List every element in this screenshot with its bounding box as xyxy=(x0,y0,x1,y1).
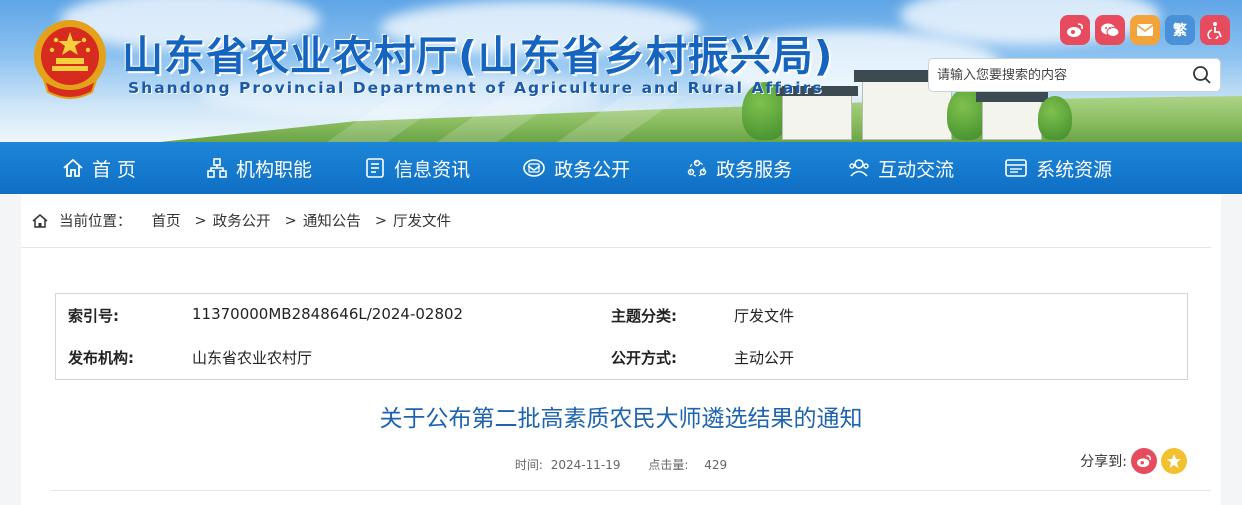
wechat-icon[interactable] xyxy=(1095,15,1125,45)
article-title: 关于公布第二批高素质农民大师遴选结果的通知 xyxy=(379,406,863,432)
search-box[interactable] xyxy=(928,58,1221,92)
search-icon[interactable] xyxy=(1192,65,1212,85)
weibo-icon[interactable] xyxy=(1060,15,1090,45)
share-label: 分享到: xyxy=(1080,454,1127,470)
topic-label: 主题分类: xyxy=(611,307,677,325)
index-label: 索引号: xyxy=(68,307,119,325)
breadcrumb-prefix: 当前位置： xyxy=(59,214,132,230)
disclosure-icon xyxy=(523,159,545,177)
home-icon xyxy=(63,158,83,177)
breadcrumb-item-docs[interactable]: 厅发文件 xyxy=(393,210,451,231)
index-value: 11370000MB2848646L/2024-02802 xyxy=(192,305,464,323)
share-bar: 分享到: xyxy=(1080,448,1187,474)
time-value: 2024-11-19 xyxy=(550,458,621,472)
topic-value: 厅发文件 xyxy=(734,307,795,325)
org-icon xyxy=(207,158,227,178)
content-panel: 当前位置： 首页 > 政务公开 > 通知公告 > 厅发文件 索引号: 11370… xyxy=(21,194,1221,505)
nav-item-news[interactable]: 信息资讯 xyxy=(364,142,470,194)
accessibility-icon[interactable] xyxy=(1200,15,1230,45)
views-value: 429 xyxy=(704,458,728,472)
traditional-chinese-icon[interactable]: 繁 xyxy=(1165,15,1195,45)
site-subtitle: Shandong Provincial Department of Agricu… xyxy=(128,79,824,97)
home-icon xyxy=(32,213,48,228)
mail-icon[interactable] xyxy=(1130,15,1160,45)
nav-item-interaction[interactable]: 互动交流 xyxy=(848,142,954,194)
views-label: 点击量: xyxy=(648,458,689,472)
breadcrumb-item-notice[interactable]: 通知公告 xyxy=(303,210,361,231)
breadcrumb-item-home[interactable]: 首页 xyxy=(152,210,181,231)
breadcrumb: 当前位置： 首页 > 政务公开 > 通知公告 > 厅发文件 xyxy=(21,194,1211,248)
publisher-label: 发布机构: xyxy=(68,349,134,367)
social-links: 繁 xyxy=(1060,15,1230,45)
interaction-icon xyxy=(849,159,869,177)
search-input[interactable] xyxy=(937,67,1192,83)
document-meta-table: 索引号: 11370000MB2848646L/2024-02802 主题分类:… xyxy=(55,293,1188,380)
nav-item-service[interactable]: 政务服务 xyxy=(686,142,792,194)
national-emblem-icon xyxy=(30,18,110,104)
nav-label: 互动交流 xyxy=(878,158,955,181)
site-title: 山东省农业农村厅(山东省乡村振兴局) xyxy=(122,32,834,80)
breadcrumb-separator: > xyxy=(374,212,387,229)
breadcrumb-separator: > xyxy=(284,212,297,229)
nav-label: 信息资讯 xyxy=(394,158,471,181)
breadcrumb-item-disclosure[interactable]: 政务公开 xyxy=(213,210,271,231)
open-mode-value: 主动公开 xyxy=(734,349,795,367)
nav-label: 系统资源 xyxy=(1036,158,1113,181)
share-weibo-icon[interactable] xyxy=(1131,448,1157,474)
nav-item-org[interactable]: 机构职能 xyxy=(206,142,312,194)
divider xyxy=(51,490,1211,491)
resource-icon xyxy=(1005,159,1027,177)
article-info: 时间: 2024-11-19 点击量: 429 xyxy=(21,456,1221,473)
nav-label: 机构职能 xyxy=(236,158,313,181)
traditional-chinese-label: 繁 xyxy=(1173,23,1187,39)
open-mode-label: 公开方式: xyxy=(611,349,677,367)
site-header: 山东省农业农村厅(山东省乡村振兴局) Shandong Provincial D… xyxy=(0,0,1242,142)
main-nav: 首 页 机构职能 信息资讯 政务公开 政务服务 互动交流 系统资源 xyxy=(0,142,1242,194)
nav-label: 政务服务 xyxy=(716,158,793,181)
nav-item-disclosure[interactable]: 政务公开 xyxy=(522,142,630,194)
nav-label: 首 页 xyxy=(92,158,137,181)
service-icon xyxy=(687,159,707,177)
nav-item-resource[interactable]: 系统资源 xyxy=(1004,142,1112,194)
share-favorite-icon[interactable] xyxy=(1161,448,1187,474)
nav-item-home[interactable]: 首 页 xyxy=(62,142,136,194)
publisher-value: 山东省农业农村厅 xyxy=(192,349,313,367)
nav-label: 政务公开 xyxy=(554,158,631,181)
time-label: 时间: xyxy=(514,458,543,472)
news-icon xyxy=(366,158,384,178)
breadcrumb-separator: > xyxy=(194,212,207,229)
